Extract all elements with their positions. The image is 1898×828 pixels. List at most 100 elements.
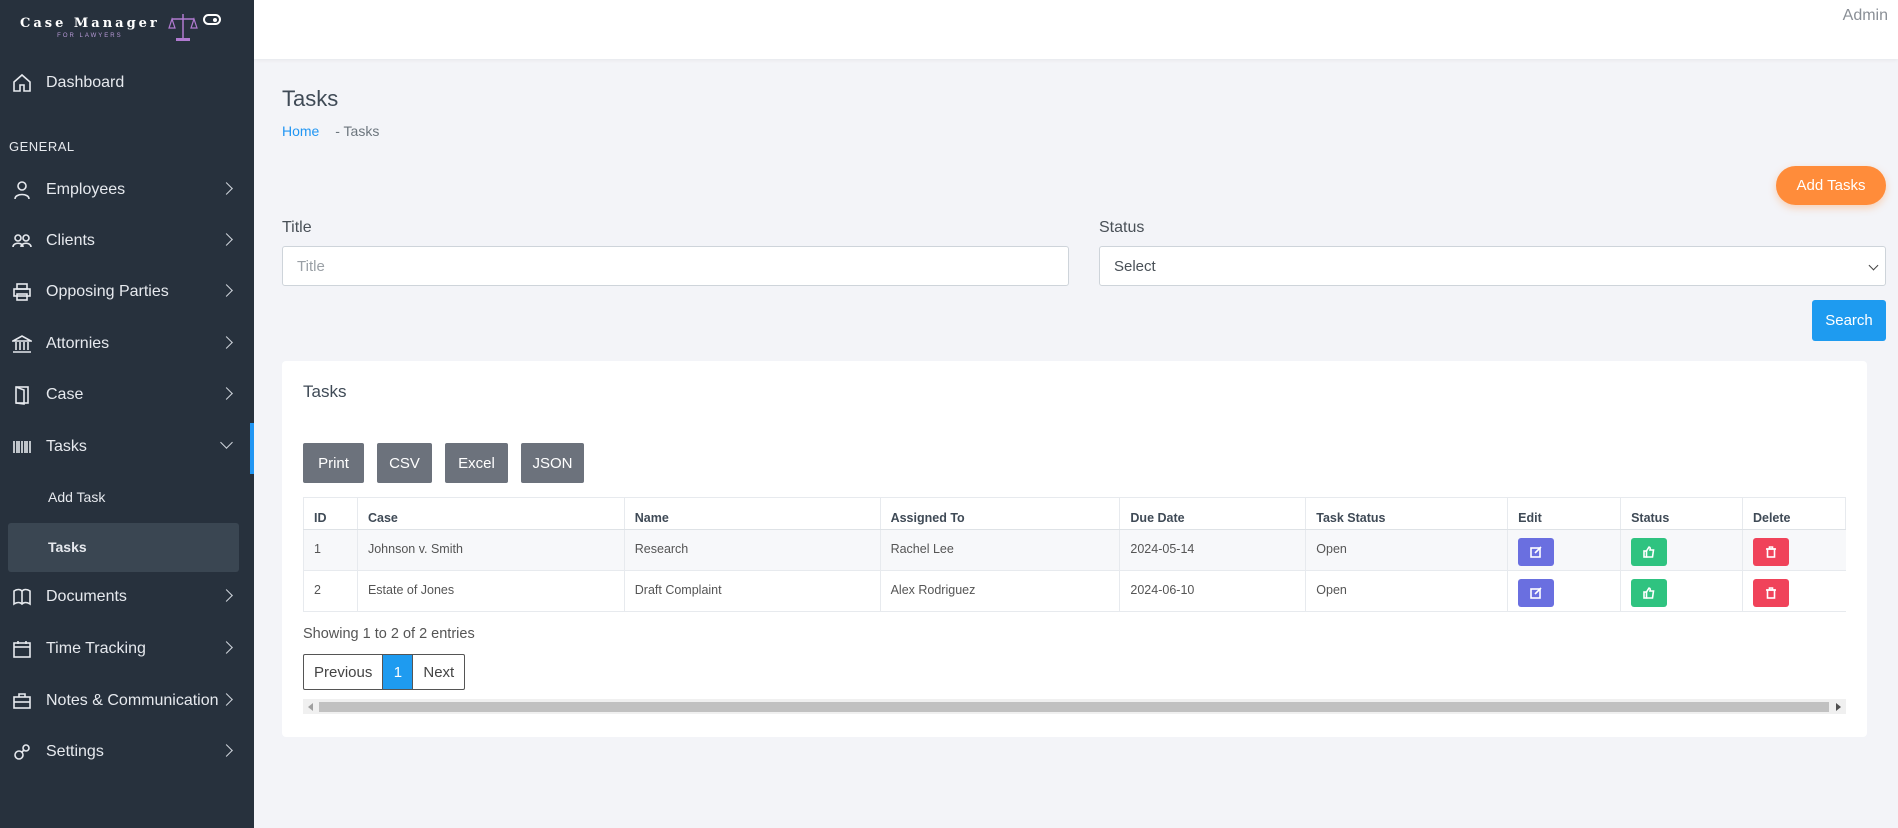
home-icon: [13, 73, 31, 92]
sidebar-item-opposing-parties[interactable]: Opposing Parties: [0, 272, 254, 312]
users-icon: [12, 234, 32, 248]
column-header: Edit: [1507, 497, 1622, 530]
cell-id: 2: [303, 570, 358, 612]
sidebar-item-tasks[interactable]: Tasks: [0, 427, 254, 467]
printer-icon: [13, 283, 31, 301]
sidebar-item-label: Attornies: [46, 335, 110, 352]
sidebar-item-label: Documents: [46, 588, 127, 605]
cell-task-status: Open: [1305, 570, 1508, 612]
tasks-card: Tasks Print CSV Excel JSON ID Case Name …: [282, 361, 1867, 737]
approve-button[interactable]: [1631, 579, 1668, 607]
pagination: Previous 1 Next: [303, 654, 466, 690]
cell-delete: [1741, 570, 1846, 612]
trash-icon: [1765, 587, 1776, 599]
page-title: Tasks: [282, 86, 339, 111]
door-icon: [15, 386, 29, 405]
column-header[interactable]: Task Status: [1305, 497, 1509, 530]
sidebar-item-label: Opposing Parties: [46, 283, 169, 300]
calendar-icon: [13, 641, 31, 658]
cell-task-status: Open: [1305, 529, 1508, 571]
cell-name: Research: [623, 529, 881, 571]
gears-icon: [14, 744, 30, 760]
column-header[interactable]: Name: [623, 497, 881, 530]
chevron-right-icon: [220, 693, 233, 706]
status-filter-select[interactable]: Select: [1099, 246, 1886, 286]
title-filter-input[interactable]: [282, 246, 1069, 286]
tasks-table: ID Case Name Assigned To Due Date Task S…: [303, 497, 1847, 612]
sidebar-subitem-tasks-active[interactable]: [8, 523, 239, 572]
sidebar-subitem-tasks[interactable]: Tasks: [48, 539, 87, 555]
breadcrumb-home-link[interactable]: Home: [282, 123, 319, 139]
breadcrumb-current: - Tasks: [335, 123, 380, 139]
sidebar-item-settings[interactable]: Settings: [0, 732, 254, 772]
column-header[interactable]: Case: [356, 497, 625, 530]
sidebar-item-label: Settings: [46, 743, 104, 760]
sidebar-item-label: Notes & Communication: [46, 692, 219, 709]
sidebar-item-clients[interactable]: Clients: [0, 221, 254, 261]
search-button[interactable]: Search: [1812, 300, 1886, 341]
book-icon: [13, 588, 31, 606]
sidebar-item-label: Clients: [46, 232, 95, 249]
cell-case: Johnson v. Smith: [356, 529, 625, 571]
scroll-left-arrow-icon[interactable]: [308, 703, 313, 711]
sidebar-item-label: Time Tracking: [46, 640, 146, 657]
sidebar-item-notes-communication[interactable]: Notes & Communication: [0, 681, 254, 721]
cell-delete: [1741, 529, 1846, 571]
cell-due-date: 2024-05-14: [1119, 529, 1306, 571]
approve-button[interactable]: [1631, 538, 1668, 566]
sidebar-item-employees[interactable]: Employees: [0, 170, 254, 210]
column-header[interactable]: Assigned To: [879, 497, 1121, 530]
edit-button[interactable]: [1518, 579, 1555, 607]
sidebar-item-time-tracking[interactable]: Time Tracking: [0, 629, 254, 669]
chevron-down-icon: [1868, 260, 1879, 271]
pagination-page-current[interactable]: 1: [383, 655, 414, 689]
delete-button[interactable]: [1752, 538, 1789, 566]
chevron-right-icon: [220, 744, 233, 757]
user-menu[interactable]: Admin: [1843, 7, 1888, 25]
thumbs-up-icon: [1643, 546, 1655, 558]
sidebar: Case Manager FOR LAWYERS Dashboard GENER…: [0, 0, 254, 828]
brand-title: Case Manager: [20, 15, 160, 31]
column-header[interactable]: ID: [303, 497, 358, 530]
column-header[interactable]: Due Date: [1119, 497, 1307, 530]
delete-button[interactable]: [1752, 579, 1789, 607]
table-row: 1 Johnson v. Smith Research Rachel Lee 2…: [303, 529, 1846, 571]
sidebar-item-label: Dashboard: [46, 74, 125, 91]
status-filter-selected: Select: [1114, 257, 1156, 275]
sidebar-item-documents[interactable]: Documents: [0, 577, 254, 617]
sidebar-toggle-icon[interactable]: [203, 14, 221, 25]
json-button[interactable]: JSON: [521, 443, 584, 483]
pagination-previous[interactable]: Previous: [304, 655, 384, 689]
sidebar-item-case[interactable]: Case: [0, 375, 254, 415]
pagination-next[interactable]: Next: [413, 655, 464, 689]
table-row: 2 Estate of Jones Draft Complaint Alex R…: [303, 570, 1846, 612]
sidebar-item-label: Employees: [46, 181, 126, 198]
cell-id: 1: [303, 529, 358, 571]
brand[interactable]: Case Manager FOR LAWYERS: [0, 0, 254, 54]
add-tasks-button[interactable]: Add Tasks: [1776, 166, 1886, 205]
active-indicator: [250, 423, 254, 474]
user-icon: [14, 181, 30, 200]
table-header-row: ID Case Name Assigned To Due Date Task S…: [303, 497, 1847, 530]
csv-button[interactable]: CSV: [377, 443, 432, 483]
scrollbar-thumb[interactable]: [319, 702, 1829, 712]
cell-edit: [1507, 529, 1621, 571]
column-header: Delete: [1741, 497, 1847, 530]
chevron-right-icon: [220, 589, 233, 602]
sidebar-item-attornies[interactable]: Attornies: [0, 324, 254, 364]
edit-button[interactable]: [1518, 538, 1555, 566]
entries-info: Showing 1 to 2 of 2 entries: [303, 626, 475, 642]
cell-name: Draft Complaint: [623, 570, 881, 612]
excel-button[interactable]: Excel: [445, 443, 508, 483]
sidebar-subitem-add-task[interactable]: Add Task: [48, 489, 105, 505]
horizontal-scrollbar[interactable]: [303, 699, 1846, 714]
cell-status: [1620, 529, 1743, 571]
chevron-right-icon: [220, 284, 233, 297]
cell-due-date: 2024-06-10: [1119, 570, 1306, 612]
scroll-right-arrow-icon[interactable]: [1836, 703, 1841, 711]
chevron-right-icon: [220, 182, 233, 195]
print-button[interactable]: Print: [303, 443, 364, 483]
scales-logo-icon: [167, 14, 198, 41]
sidebar-item-dashboard[interactable]: Dashboard: [0, 63, 254, 103]
sidebar-item-label: Tasks: [46, 438, 87, 455]
